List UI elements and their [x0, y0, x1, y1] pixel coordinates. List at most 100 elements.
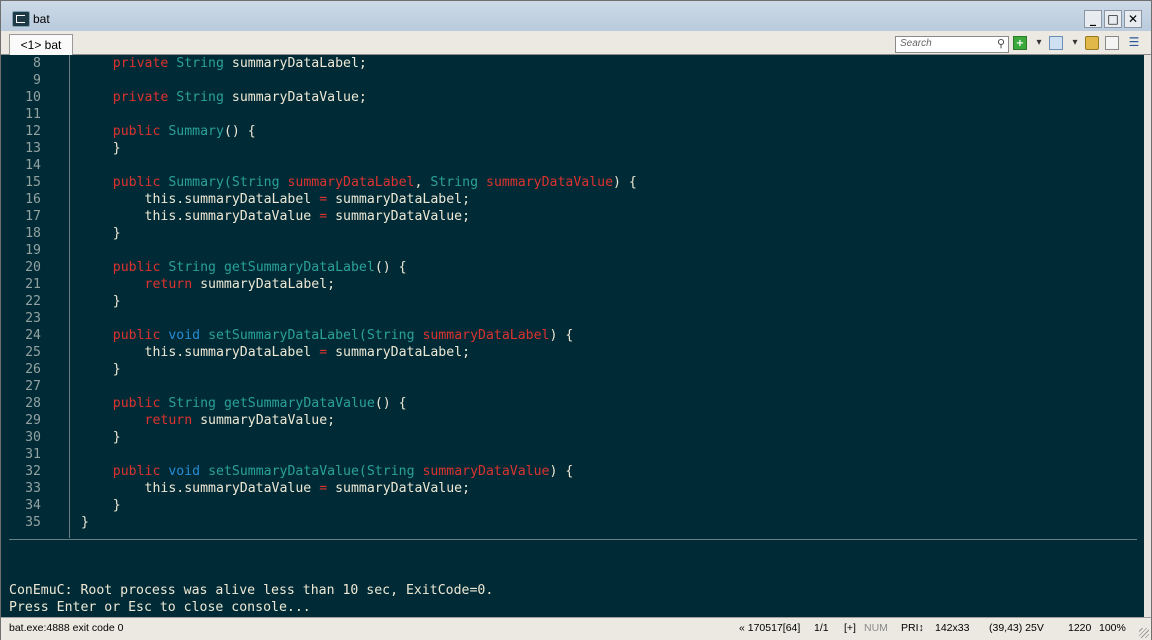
- code-text: public String getSummaryDataValue() {: [81, 395, 407, 412]
- code-token: summaryDataValue;: [327, 481, 471, 496]
- new-console-dropdown-icon[interactable]: ▾: [1032, 36, 1046, 50]
- line-number: 26: [25, 362, 41, 377]
- code-line: 16 this.summaryDataLabel = summaryDataLa…: [1, 191, 1141, 208]
- status-plus[interactable]: [+]: [844, 621, 856, 635]
- code-token: ) {: [549, 328, 574, 343]
- line-number: 18: [25, 226, 41, 241]
- code-text: }: [81, 497, 121, 514]
- code-token: =: [319, 209, 328, 224]
- code-token: String: [176, 56, 224, 71]
- code-line: 21 return summaryDataLabel;: [1, 276, 1141, 293]
- code-text: public void setSummaryDataLabel(String s…: [81, 327, 574, 344]
- code-line: 22 }: [1, 293, 1141, 310]
- tab-bar: <1> bat Search ⚲ + ▾ ▾ ☰: [1, 31, 1151, 55]
- code-line: 24 public void setSummaryDataLabel(Strin…: [1, 327, 1141, 344]
- code-line: 33 this.summaryDataValue = summaryDataVa…: [1, 480, 1141, 497]
- code-line: 9: [1, 72, 1141, 89]
- code-token: ) {: [549, 464, 574, 479]
- code-token: summaryDataLabel;: [327, 192, 471, 207]
- line-number: 9: [33, 73, 41, 88]
- conemu-window: bat _ □ ✕ <1> bat Search ⚲ + ▾ ▾ ☰ 8 pri…: [0, 0, 1152, 640]
- search-input[interactable]: Search ⚲: [895, 36, 1009, 53]
- maximize-button[interactable]: □: [1104, 10, 1122, 28]
- line-number: 14: [25, 158, 41, 173]
- status-version[interactable]: « 170517[64]: [739, 621, 800, 635]
- code-token: summaryDataValue;: [223, 90, 367, 105]
- code-token: }: [81, 294, 121, 309]
- lock-icon[interactable]: [1085, 36, 1099, 50]
- code-token: =: [319, 192, 328, 207]
- console-message: ConEmuC: Root process was alive less tha…: [9, 583, 494, 598]
- code-line: 18 }: [1, 225, 1141, 242]
- code-token: return: [144, 413, 193, 428]
- code-token: summaryDataLabel: [422, 328, 550, 343]
- code-text: this.summaryDataValue = summaryDataValue…: [81, 208, 471, 225]
- line-number: 17: [25, 209, 41, 224]
- minimize-button[interactable]: _: [1084, 10, 1102, 28]
- status-zoom[interactable]: 100%: [1099, 621, 1126, 635]
- split-view-icon[interactable]: [1049, 36, 1063, 50]
- code-line: 10 private String summaryDataValue;: [1, 89, 1141, 106]
- title-bar[interactable]: bat _ □ ✕: [1, 1, 1151, 31]
- line-number: 30: [25, 430, 41, 445]
- new-console-icon[interactable]: +: [1013, 36, 1027, 50]
- code-token: String: [168, 260, 216, 275]
- conemu-app-icon[interactable]: [12, 11, 30, 27]
- window-title: bat: [33, 12, 50, 26]
- code-token: summaryDataValue;: [192, 413, 336, 428]
- menu-icon[interactable]: ☰: [1127, 36, 1141, 50]
- code-token: ,: [414, 175, 431, 190]
- code-text: }: [81, 225, 121, 242]
- code-line: 28 public String getSummaryDataValue() {: [1, 395, 1141, 412]
- code-line: 27: [1, 378, 1141, 395]
- search-icon[interactable]: ⚲: [997, 38, 1005, 50]
- status-priority[interactable]: PRI↕: [901, 621, 924, 635]
- status-cursor[interactable]: (39,43) 25V: [989, 621, 1044, 635]
- code-text: }: [81, 429, 121, 446]
- close-button[interactable]: ✕: [1124, 10, 1142, 28]
- code-token: summaryDataLabel;: [223, 56, 367, 71]
- code-token: }: [81, 141, 121, 156]
- code-line: 32 public void setSummaryDataValue(Strin…: [1, 463, 1141, 480]
- line-number: 12: [25, 124, 41, 139]
- code-token: summaryDataValue: [422, 464, 550, 479]
- code-token: }: [81, 430, 121, 445]
- code-text: }: [81, 293, 121, 310]
- code-token: return: [144, 277, 193, 292]
- code-token: String: [430, 175, 479, 190]
- status-size[interactable]: 142x33: [935, 621, 969, 635]
- status-buffer[interactable]: 1220: [1068, 621, 1091, 635]
- code-line: 17 this.summaryDataValue = summaryDataVa…: [1, 208, 1141, 225]
- code-text: this.summaryDataLabel = summaryDataLabel…: [81, 191, 471, 208]
- line-number: 24: [25, 328, 41, 343]
- code-token: () {: [223, 124, 256, 139]
- code-token: setSummaryDataLabel(String: [208, 328, 415, 343]
- code-token: summaryDataLabel;: [327, 345, 471, 360]
- split-view-dropdown-icon[interactable]: ▾: [1068, 36, 1082, 50]
- line-number: 11: [25, 107, 41, 122]
- code-text: this.summaryDataLabel = summaryDataLabel…: [81, 344, 471, 361]
- resize-grip[interactable]: [1139, 628, 1149, 638]
- console-scrollbar[interactable]: [1144, 55, 1151, 617]
- code-token: String: [176, 90, 224, 105]
- code-line: 15 public Summary(String summaryDataLabe…: [1, 174, 1141, 191]
- code-token: public: [112, 175, 161, 190]
- panel-toggle-icon[interactable]: [1105, 36, 1119, 50]
- code-line: 25 this.summaryDataLabel = summaryDataLa…: [1, 344, 1141, 361]
- code-token: () {: [374, 260, 407, 275]
- code-token: summaryDataLabel;: [192, 277, 336, 292]
- code-text: public String getSummaryDataLabel() {: [81, 259, 407, 276]
- line-number: 23: [25, 311, 41, 326]
- tab-bat[interactable]: <1> bat: [9, 34, 73, 55]
- console-area[interactable]: 8 private String summaryDataLabel; 9 10 pr…: [1, 55, 1144, 617]
- status-console-index[interactable]: 1/1: [814, 621, 829, 635]
